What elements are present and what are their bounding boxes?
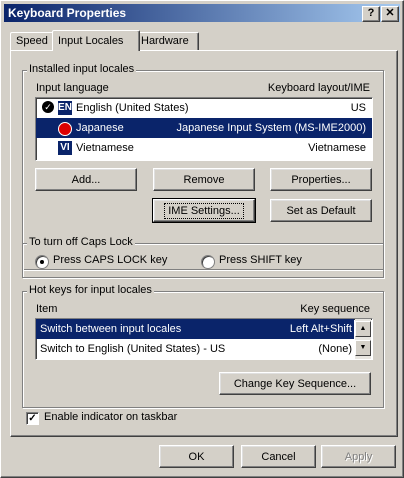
row-sequence: Left Alt+Shift (289, 323, 352, 335)
row-layout: Vietnamese (308, 142, 366, 154)
indicator-label[interactable]: Enable indicator on taskbar (44, 411, 177, 423)
hot-keys-group: Hot keys for input locales Item Key sequ… (22, 284, 384, 408)
row-language: Vietnamese (76, 142, 134, 154)
hot-keys-legend: Hot keys for input locales (27, 284, 154, 296)
col-item: Item (36, 303, 58, 315)
default-check-icon: ✓ (42, 101, 54, 113)
list-item[interactable]: VI Vietnamese Vietnamese (36, 138, 372, 158)
row-layout: Japanese Input System (MS-IME2000) (176, 122, 366, 134)
add-button[interactable]: Add... (35, 168, 137, 191)
scroll-up-icon[interactable]: ▲ (355, 321, 371, 337)
keyboard-properties-window: Keyboard Properties ? ✕ Speed Input Loca… (0, 0, 404, 478)
col-input-language: Input language (36, 82, 109, 94)
remove-button[interactable]: Remove (153, 168, 255, 191)
radio-dot-icon (40, 260, 44, 264)
caps-lock-legend: To turn off Caps Lock (27, 236, 135, 248)
caps-lock-group: To turn off Caps Lock Press CAPS LOCK ke… (22, 236, 384, 278)
list-item[interactable]: ✓ EN English (United States) US (36, 98, 372, 118)
caps-lock-label[interactable]: Press CAPS LOCK key (53, 254, 167, 266)
ok-button[interactable]: OK (159, 445, 234, 468)
row-item: Switch between input locales (40, 323, 182, 335)
indicator-checkbox[interactable]: ✓ (26, 412, 39, 425)
title-bar[interactable]: Keyboard Properties ? ✕ (4, 4, 400, 22)
close-icon: ✕ (385, 7, 395, 19)
close-button[interactable]: ✕ (381, 6, 399, 22)
list-item[interactable]: Switch between input locales Left Alt+Sh… (36, 319, 354, 339)
tab-input-locales[interactable]: Input Locales (52, 30, 140, 51)
installed-locales-legend: Installed input locales (27, 63, 137, 75)
list-item[interactable]: Japanese Japanese Input System (MS-IME20… (36, 118, 372, 138)
col-keyboard-layout: Keyboard layout/IME (267, 82, 370, 94)
scroll-down-icon[interactable]: ▼ (355, 340, 371, 356)
change-key-sequence-button[interactable]: Change Key Sequence... (219, 372, 371, 395)
caps-lock-radio[interactable] (35, 255, 49, 269)
scrollbar[interactable]: ▲ ▼ (355, 319, 371, 359)
shift-radio[interactable] (201, 255, 215, 269)
row-sequence: (None) (318, 343, 352, 355)
language-code-icon: EN (58, 101, 72, 115)
shift-label[interactable]: Press SHIFT key (219, 254, 302, 266)
col-key-sequence: Key sequence (300, 303, 370, 315)
tab-hardware[interactable]: Hardware (135, 32, 199, 50)
tab-speed-label: Speed (16, 35, 48, 47)
row-layout: US (350, 102, 366, 114)
cancel-button[interactable]: Cancel (241, 445, 316, 468)
tab-panel: Installed input locales Input language K… (10, 50, 398, 437)
hot-keys-list[interactable]: Switch between input locales Left Alt+Sh… (35, 318, 373, 360)
ime-settings-button[interactable]: IME Settings... (152, 198, 256, 223)
row-item: Switch to English (United States) - US (40, 343, 226, 355)
row-language: English (United States) (76, 102, 189, 114)
help-button[interactable]: ? (362, 6, 380, 22)
row-language: Japanese (76, 122, 124, 134)
language-code-icon: VI (58, 141, 72, 155)
window-title: Keyboard Properties (8, 6, 127, 20)
locales-list[interactable]: ✓ EN English (United States) US Japanese… (35, 97, 373, 161)
set-as-default-button[interactable]: Set as Default (270, 199, 372, 222)
list-item[interactable]: Switch to English (United States) - US (… (36, 339, 354, 359)
apply-button[interactable]: Apply (321, 445, 396, 468)
japan-flag-icon (58, 122, 72, 136)
tab-hardware-label: Hardware (141, 35, 189, 47)
help-icon: ? (367, 7, 375, 19)
tab-speed[interactable]: Speed (10, 32, 58, 50)
tab-input-locales-label: Input Locales (58, 35, 124, 47)
properties-button[interactable]: Properties... (270, 168, 372, 191)
